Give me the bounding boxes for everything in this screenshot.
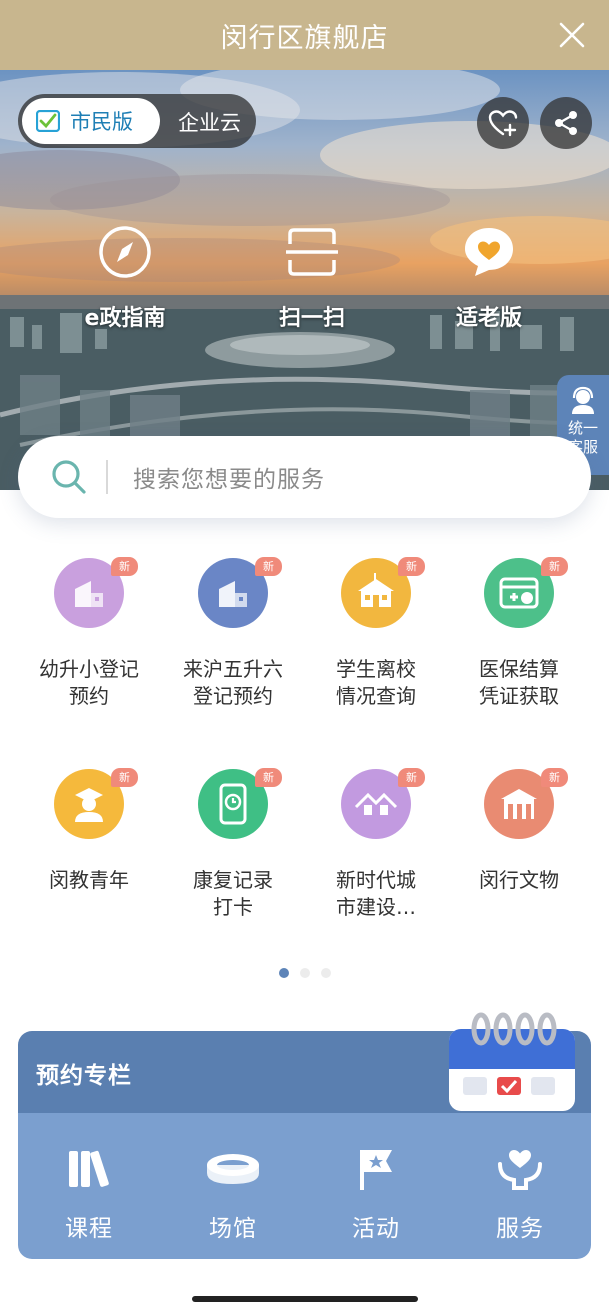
reservation-card: 预约专栏 课程 场馆 活动 服务 bbox=[18, 1012, 591, 1259]
page-dot bbox=[299, 968, 310, 978]
stadium-icon bbox=[207, 1154, 259, 1184]
heritage-building-icon bbox=[501, 789, 537, 819]
compass-icon bbox=[99, 226, 151, 278]
search-input[interactable]: 搜索您想要的服务 bbox=[133, 460, 325, 494]
service-item[interactable]: 新 幼升小登记 预约 bbox=[19, 557, 159, 710]
service-item[interactable]: 新 新时代城 市建设… bbox=[306, 768, 446, 921]
new-badge: 新 bbox=[541, 768, 568, 787]
service-item[interactable]: 新 闵行文物 bbox=[449, 768, 589, 894]
scan-icon bbox=[286, 228, 338, 276]
books-icon bbox=[69, 1150, 109, 1187]
home-indicator[interactable] bbox=[192, 1296, 418, 1302]
reservation-item-venue[interactable]: 场馆 bbox=[173, 1143, 293, 1243]
service-label: 闵行文物 bbox=[479, 868, 559, 892]
service-icon: 新 bbox=[54, 768, 138, 839]
service-icon: 新 bbox=[198, 557, 282, 628]
service-label: 幼升小登记 预约 bbox=[39, 657, 139, 708]
quick-action-label: 适老版 bbox=[455, 306, 522, 331]
heart-bubble-icon bbox=[465, 228, 513, 276]
search-icon bbox=[52, 460, 86, 494]
service-icon: 新 bbox=[341, 557, 425, 628]
graduate-icon bbox=[75, 788, 103, 822]
service-label: 医保结算 凭证获取 bbox=[479, 657, 559, 708]
reservation-item-activity[interactable]: 活动 bbox=[316, 1143, 436, 1243]
headset-icon bbox=[572, 386, 594, 414]
reservation-item-label: 场馆 bbox=[209, 1216, 257, 1242]
share-button[interactable] bbox=[540, 97, 592, 149]
service-item[interactable]: 新 闵教青年 bbox=[19, 768, 159, 894]
calendar-icon bbox=[449, 1012, 575, 1111]
service-icon: 新 bbox=[484, 768, 568, 839]
service-label: 学生离校 情况查询 bbox=[336, 657, 416, 708]
service-label: 新时代城 市建设… bbox=[336, 868, 416, 919]
reservation-item-label: 课程 bbox=[65, 1216, 113, 1242]
heart-plus-icon bbox=[488, 110, 518, 137]
close-icon[interactable] bbox=[557, 20, 587, 50]
page-title: 闵行区旗舰店 bbox=[220, 22, 389, 54]
citizen-logo-icon bbox=[36, 110, 60, 132]
version-switch[interactable]: 市民版 企业云 bbox=[18, 94, 256, 148]
favorite-button[interactable] bbox=[477, 97, 529, 149]
service-item[interactable]: 新 学生离校 情况查询 bbox=[306, 557, 446, 710]
service-label: 康复记录 打卡 bbox=[193, 868, 273, 919]
new-badge: 新 bbox=[255, 557, 282, 576]
version-citizen-label: 市民版 bbox=[70, 110, 133, 134]
reservation-item-label: 服务 bbox=[496, 1216, 544, 1242]
share-icon bbox=[555, 111, 577, 135]
page-dot bbox=[278, 968, 289, 978]
page-dot bbox=[320, 968, 331, 978]
quick-action-scan[interactable]: 扫一扫 bbox=[237, 222, 387, 332]
reservation-item-course[interactable]: 课程 bbox=[29, 1143, 149, 1243]
new-badge: 新 bbox=[255, 768, 282, 787]
new-badge: 新 bbox=[111, 557, 138, 576]
page-indicator bbox=[0, 968, 609, 978]
service-label: 闵教青年 bbox=[49, 868, 129, 892]
school-icon bbox=[358, 573, 394, 607]
service-item[interactable]: 新 来沪五升六 登记预约 bbox=[163, 557, 303, 710]
reservation-title: 预约专栏 bbox=[36, 1063, 132, 1089]
service-label: 来沪五升六 登记预约 bbox=[183, 657, 283, 708]
reservation-body: 课程 场馆 活动 服务 bbox=[18, 1113, 591, 1259]
search-divider bbox=[106, 460, 108, 494]
quick-action-guide[interactable]: e政指南 bbox=[50, 222, 200, 332]
service-item[interactable]: 新 医保结算 凭证获取 bbox=[449, 557, 589, 710]
version-citizen-tab[interactable]: 市民版 bbox=[22, 98, 160, 144]
service-icon: 新 bbox=[54, 557, 138, 628]
flag-icon bbox=[360, 1150, 392, 1190]
version-enterprise-tab[interactable]: 企业云 bbox=[178, 107, 241, 137]
new-badge: 新 bbox=[541, 557, 568, 576]
building-icon bbox=[75, 581, 103, 607]
quick-action-label: e政指南 bbox=[84, 306, 166, 331]
new-badge: 新 bbox=[398, 768, 425, 787]
hands-heart-icon bbox=[498, 1150, 542, 1190]
phone-clock-icon bbox=[219, 783, 247, 825]
quick-action-elder[interactable]: 适老版 bbox=[414, 222, 564, 332]
reservation-item-label: 活动 bbox=[352, 1216, 400, 1242]
service-icon: 新 bbox=[198, 768, 282, 839]
service-icon: 新 bbox=[341, 768, 425, 839]
medical-card-icon bbox=[499, 577, 539, 609]
service-item[interactable]: 新 康复记录 打卡 bbox=[163, 768, 303, 921]
quick-action-label: 扫一扫 bbox=[278, 306, 345, 331]
city-roofs-icon bbox=[354, 792, 398, 815]
search-bar[interactable]: 搜索您想要的服务 bbox=[18, 436, 591, 518]
service-icon: 新 bbox=[484, 557, 568, 628]
new-badge: 新 bbox=[398, 557, 425, 576]
building-icon bbox=[219, 581, 247, 607]
reservation-item-service[interactable]: 服务 bbox=[460, 1143, 580, 1243]
new-badge: 新 bbox=[111, 768, 138, 787]
title-bar: 闵行区旗舰店 bbox=[0, 0, 609, 70]
